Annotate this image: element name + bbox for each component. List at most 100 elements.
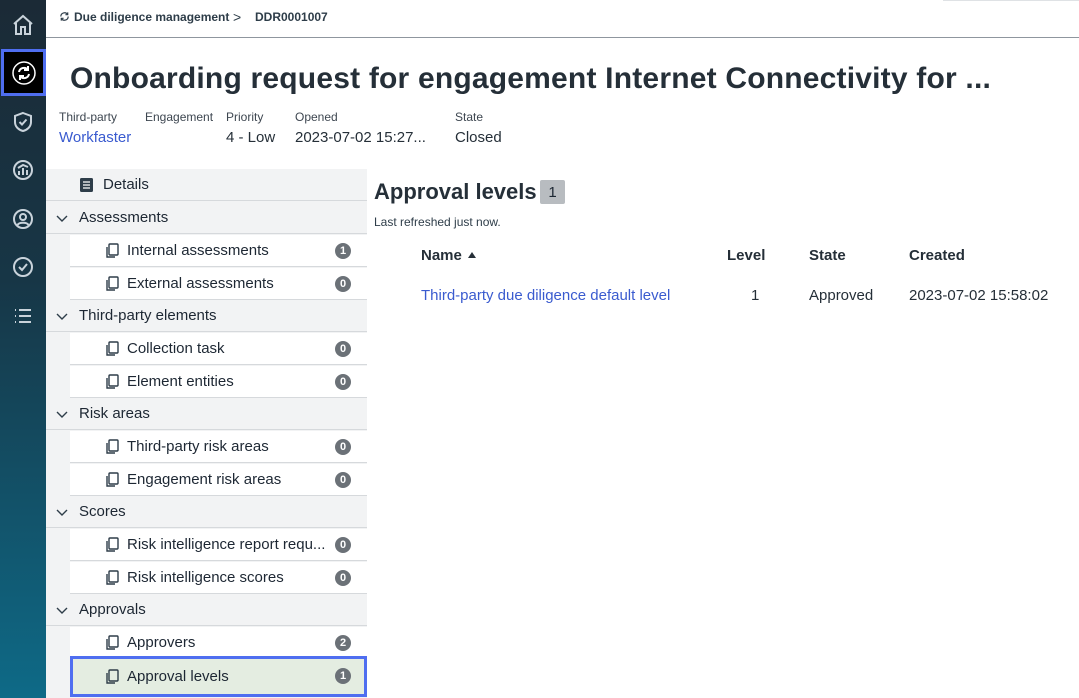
due-diligence-nav-button[interactable] (1, 49, 46, 96)
shield-check-icon (14, 111, 32, 133)
tree-item-label: Risk intelligence scores (127, 569, 284, 586)
document-copy-icon (106, 668, 119, 684)
tree-item-details[interactable]: Details (46, 169, 367, 201)
tree-item-risk-intelligence-scores[interactable]: Risk intelligence scores 0 (70, 562, 367, 594)
count-badge: 0 (335, 439, 351, 455)
column-header-level[interactable]: Level (727, 247, 765, 264)
chevron-down-icon (56, 509, 68, 516)
column-header-label: Name (421, 247, 462, 264)
chevron-down-icon (56, 313, 68, 320)
list-icon (15, 309, 31, 323)
count-badge: 0 (335, 341, 351, 357)
tree-item-element-entities[interactable]: Element entities 0 (70, 366, 367, 398)
tree-group-label: Assessments (79, 209, 169, 226)
page-title: Onboarding request for engagement Intern… (70, 62, 992, 95)
column-header-created[interactable]: Created (909, 247, 965, 264)
chevron-right-icon: > (233, 9, 242, 25)
home-icon (13, 14, 33, 35)
tree-group-label: Approvals (79, 601, 146, 618)
count-badge: 0 (335, 276, 351, 292)
count-badge: 1 (335, 243, 351, 259)
opened-label: Opened (295, 110, 338, 124)
state-cell: Approved (809, 287, 874, 304)
tree-item-label: Third-party risk areas (127, 438, 269, 455)
tree-group-risk-areas[interactable]: Risk areas (46, 398, 367, 430)
document-copy-icon (106, 438, 119, 454)
tree-group-assessments[interactable]: Assessments (46, 202, 367, 234)
approval-level-name-link[interactable]: Third-party due diligence default level (421, 287, 670, 304)
refresh-cycle-icon (11, 60, 36, 85)
breadcrumb: Due diligence management > DDR0001007 (46, 0, 1079, 38)
refresh-cycle-icon (60, 12, 69, 21)
breadcrumb-current: DDR0001007 (255, 10, 328, 24)
tree-item-label: Element entities (127, 373, 234, 390)
third-party-link[interactable]: Workfaster (59, 129, 131, 146)
tree-group-label: Third-party elements (79, 307, 217, 324)
tree-item-label: Approvers (127, 634, 196, 651)
tree-item-label: Engagement risk areas (127, 471, 282, 488)
state-value: Closed (455, 129, 502, 146)
section-title: Approval levels (374, 179, 537, 204)
last-refreshed-text: Last refreshed just now. (374, 215, 501, 229)
tree-item-label: Risk intelligence report requ... (127, 536, 326, 553)
chevron-down-icon (56, 215, 68, 222)
tree-item-approval-levels[interactable]: Approval levels 1 (70, 656, 367, 697)
tree-group-approvals[interactable]: Approvals (46, 594, 367, 626)
tree-item-risk-intelligence-report[interactable]: Risk intelligence report requ... 0 (70, 529, 367, 561)
document-copy-icon (106, 569, 119, 585)
column-header-name[interactable]: Name (421, 247, 476, 264)
opened-value: 2023-07-02 15:27... (295, 129, 426, 146)
count-badge: 1 (335, 668, 351, 684)
document-copy-icon (106, 634, 119, 650)
tree-item-label: External assessments (127, 275, 274, 292)
document-copy-icon (106, 471, 119, 487)
tree-item-internal-assessments[interactable]: Internal assessments 1 (70, 235, 367, 267)
related-items-tree: Details Assessments Internal assessments… (46, 169, 367, 698)
list-nav-button[interactable] (0, 292, 46, 340)
document-copy-icon (106, 275, 119, 291)
analytics-nav-button[interactable] (0, 146, 46, 194)
user-circle-icon (13, 209, 33, 229)
level-cell: 1 (751, 287, 760, 304)
created-cell: 2023-07-02 15:58:02 (909, 287, 1049, 304)
column-header-state[interactable]: State (809, 247, 846, 264)
tree-group-third-party-elements[interactable]: Third-party elements (46, 300, 367, 332)
sort-ascending-icon (467, 252, 476, 258)
left-nav-rail (0, 0, 46, 698)
tree-item-collection-task[interactable]: Collection task 0 (70, 333, 367, 365)
count-badge: 0 (335, 537, 351, 553)
document-list-icon (80, 177, 93, 192)
count-badge: 2 (335, 635, 351, 651)
breadcrumb-parent-link[interactable]: Due diligence management (74, 10, 229, 24)
tree-item-label: Details (103, 176, 149, 193)
tree-group-label: Scores (79, 503, 126, 520)
document-copy-icon (106, 340, 119, 356)
tree-group-label: Risk areas (79, 405, 150, 422)
engagement-label: Engagement (145, 110, 214, 124)
tree-item-external-assessments[interactable]: External assessments 0 (70, 268, 367, 300)
count-badge: 0 (335, 472, 351, 488)
tree-item-approvers[interactable]: Approvers 2 (70, 627, 367, 659)
tasks-nav-button[interactable] (0, 243, 46, 291)
security-nav-button[interactable] (0, 98, 46, 146)
tree-item-label: Collection task (127, 340, 225, 357)
chevron-down-icon (56, 607, 68, 614)
count-badge: 0 (335, 374, 351, 390)
tree-item-label: Internal assessments (127, 242, 269, 259)
tree-group-scores[interactable]: Scores (46, 496, 367, 528)
users-nav-button[interactable] (0, 195, 46, 243)
priority-value: 4 - Low (226, 129, 276, 146)
chevron-down-icon (56, 411, 68, 418)
tree-item-label: Approval levels (127, 668, 229, 685)
document-copy-icon (106, 373, 119, 389)
home-nav-button[interactable] (0, 1, 46, 49)
header-divider (943, 0, 1079, 1)
count-badge: 0 (335, 570, 351, 586)
document-copy-icon (106, 242, 119, 258)
record-count-badge: 1 (540, 180, 565, 204)
priority-label: Priority (226, 110, 264, 124)
state-label: State (455, 110, 484, 124)
tree-item-third-party-risk-areas[interactable]: Third-party risk areas 0 (70, 431, 367, 463)
tree-item-engagement-risk-areas[interactable]: Engagement risk areas 0 (70, 464, 367, 496)
check-circle-icon (13, 257, 33, 277)
